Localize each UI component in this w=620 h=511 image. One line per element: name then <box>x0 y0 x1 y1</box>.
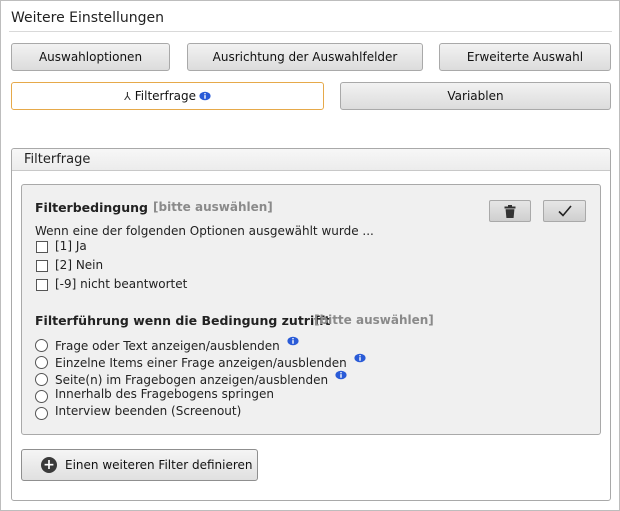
option-label-nein: [2] Nein <box>55 258 104 272</box>
trash-icon <box>504 204 516 218</box>
info-icon[interactable] <box>353 353 366 363</box>
erweiterte-auswahl-button[interactable]: Erweiterte Auswahl <box>439 43 611 71</box>
filter-condition-panel: Filterbedingung [bitte auswählen] Wenn e… <box>21 184 601 435</box>
add-filter-button[interactable]: + Einen weiteren Filter definieren <box>21 449 258 481</box>
ausrichtung-label: Ausrichtung der Auswahlfelder <box>212 50 398 64</box>
info-icon[interactable] <box>199 91 211 101</box>
routing-option-frage-text: Frage oder Text anzeigen/ausblenden <box>55 336 299 353</box>
ausrichtung-button[interactable]: Ausrichtung der Auswahlfelder <box>187 43 423 71</box>
variablen-button[interactable]: Variablen <box>340 82 611 110</box>
erweiterte-auswahl-label: Erweiterte Auswahl <box>466 50 584 64</box>
confirm-condition-button[interactable] <box>543 200 586 222</box>
option-label-ja: [1] Ja <box>55 239 87 253</box>
routing-radio-items[interactable] <box>35 356 48 369</box>
option-checkbox-nein[interactable] <box>36 260 48 272</box>
variablen-label: Variablen <box>447 89 504 103</box>
routing-option-seiten: Seite(n) im Fragebogen anzeigen/ausblend… <box>55 370 347 387</box>
filterfrage-tab-button[interactable]: ⅄ Filterfrage <box>11 82 324 110</box>
info-icon[interactable] <box>286 336 299 346</box>
routing-option-springen: Innerhalb des Fragebogens springen <box>55 387 274 401</box>
routing-radio-springen[interactable] <box>35 390 48 403</box>
checkmark-icon <box>557 205 572 217</box>
auswahloptionen-label: Auswahloptionen <box>38 50 143 64</box>
auswahloptionen-button[interactable]: Auswahloptionen <box>11 43 170 71</box>
add-filter-label: Einen weiteren Filter definieren <box>65 458 253 472</box>
filterfrage-label: Filterfrage <box>134 89 196 103</box>
routing-heading: Filterführung wenn die Bedingung zutriff… <box>35 313 331 328</box>
routing-option-label: Seite(n) im Fragebogen anzeigen/ausblend… <box>55 373 329 387</box>
routing-option-label: Frage oder Text anzeigen/ausblenden <box>55 339 280 353</box>
page-title: Weitere Einstellungen <box>11 10 165 26</box>
option-checkbox-nicht-beantwortet[interactable] <box>36 279 48 291</box>
routing-option-label: Einzelne Items einer Frage anzeigen/ausb… <box>55 356 347 370</box>
delete-condition-button[interactable] <box>489 200 531 222</box>
routing-hint[interactable]: [bitte auswählen] <box>314 313 434 327</box>
filterfrage-section: Filterfrage Filterbedingung [bitte auswä… <box>11 148 611 501</box>
info-icon[interactable] <box>335 370 347 380</box>
plus-circle-icon: + <box>41 457 57 473</box>
routing-radio-beenden[interactable] <box>35 407 48 420</box>
condition-hint[interactable]: [bitte auswählen] <box>153 200 273 214</box>
section-title: Filterfrage <box>12 149 610 171</box>
routing-radio-seiten[interactable] <box>35 373 48 386</box>
option-checkbox-ja[interactable] <box>36 241 48 253</box>
settings-window: Weitere Einstellungen Auswahloptionen Au… <box>0 0 620 511</box>
routing-option-beenden: Interview beenden (Screenout) <box>55 404 242 418</box>
filter-icon: ⅄ <box>124 89 131 103</box>
divider <box>9 31 612 32</box>
option-label-nicht-beantwortet: [-9] nicht beantwortet <box>55 277 188 291</box>
routing-option-items: Einzelne Items einer Frage anzeigen/ausb… <box>55 353 366 370</box>
condition-heading: Filterbedingung <box>35 200 148 215</box>
condition-intro: Wenn eine der folgenden Optionen ausgewä… <box>35 224 374 238</box>
routing-radio-frage-text[interactable] <box>35 339 48 352</box>
